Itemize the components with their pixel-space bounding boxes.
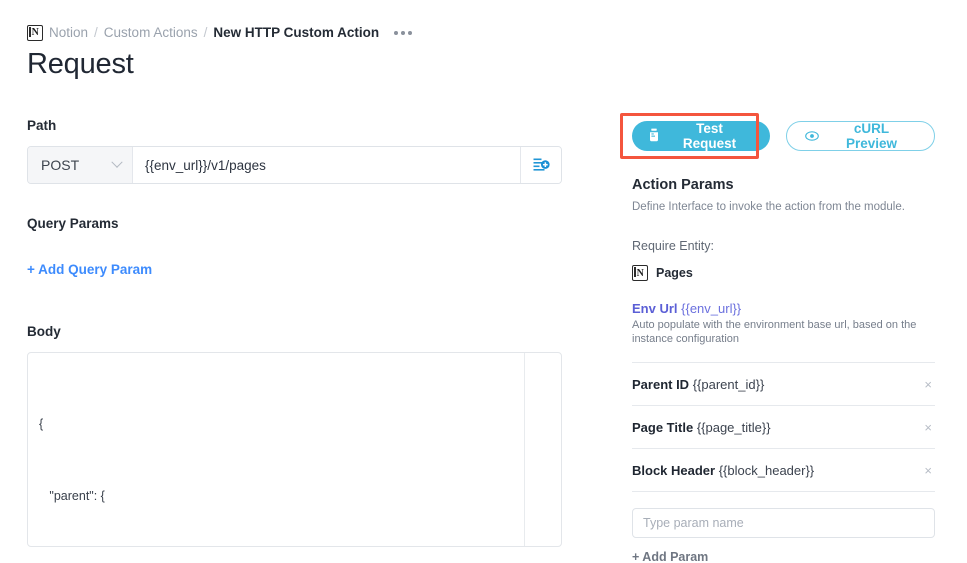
remove-param-icon[interactable]: × bbox=[921, 421, 935, 434]
breadcrumb-separator: / bbox=[94, 25, 98, 40]
breadcrumb-separator: / bbox=[203, 25, 208, 40]
test-request-label: Test Request bbox=[682, 121, 737, 151]
breadcrumb: N Notion / Custom Actions / New HTTP Cus… bbox=[27, 24, 413, 42]
param-label: Page Title bbox=[632, 419, 694, 435]
path-label: Path bbox=[27, 118, 57, 133]
app-root: N Notion / Custom Actions / New HTTP Cus… bbox=[0, 0, 967, 563]
eye-icon bbox=[805, 129, 819, 144]
param-variable: {{parent_id}} bbox=[692, 376, 765, 392]
param-row[interactable]: Block Header {{block_header}} × bbox=[632, 449, 935, 492]
env-url-title[interactable]: Env Url {{env_url}} bbox=[632, 301, 935, 316]
request-form: Path POST Query Params + Add Quer bbox=[27, 118, 562, 547]
param-label: Parent ID bbox=[632, 376, 690, 392]
flask-icon bbox=[648, 128, 660, 145]
param-label: Block Header bbox=[632, 462, 716, 478]
require-entity-value: N Pages bbox=[632, 265, 935, 281]
entity-name: Pages bbox=[656, 266, 693, 280]
param-variable: {{block_header}} bbox=[718, 462, 815, 478]
param-variable: {{page_title}} bbox=[696, 419, 771, 435]
param-list: Parent ID {{parent_id}} × Page Title {{p… bbox=[632, 362, 935, 492]
env-url-description: Auto populate with the environment base … bbox=[632, 319, 917, 345]
curl-preview-label: cURL Preview bbox=[845, 121, 898, 151]
action-buttons-row: Test Request cURL Preview bbox=[620, 113, 935, 159]
env-url-name: Env Url bbox=[632, 301, 678, 316]
action-params-subtitle: Define Interface to invoke the action fr… bbox=[632, 201, 905, 213]
http-method-select[interactable]: POST bbox=[28, 147, 133, 183]
env-url-variable: {{env_url}} bbox=[681, 301, 742, 316]
http-method-value: POST bbox=[41, 157, 80, 173]
path-row: POST bbox=[27, 146, 562, 184]
path-input[interactable] bbox=[133, 147, 520, 183]
action-params-title: Action Params bbox=[632, 177, 734, 193]
breadcrumb-item-current: New HTTP Custom Action bbox=[213, 25, 380, 40]
editor-divider bbox=[524, 353, 525, 546]
body-code-editor[interactable]: { "parent": { "database_id": " Parent ID… bbox=[27, 352, 562, 547]
code-line: { bbox=[39, 417, 44, 431]
curl-preview-button[interactable]: cURL Preview bbox=[786, 121, 935, 151]
remove-param-icon[interactable]: × bbox=[921, 378, 935, 391]
more-options-icon[interactable] bbox=[393, 28, 413, 38]
chevron-down-icon bbox=[111, 156, 123, 168]
param-name: Page Title {{page_title}} bbox=[632, 420, 771, 435]
new-param-name-input[interactable] bbox=[632, 508, 935, 538]
insert-variable-icon[interactable] bbox=[520, 147, 561, 183]
param-name: Parent ID {{parent_id}} bbox=[632, 377, 764, 392]
remove-param-icon[interactable]: × bbox=[921, 464, 935, 477]
code-lines: { "parent": { "database_id": " Parent ID… bbox=[28, 353, 561, 546]
breadcrumb-item-notion[interactable]: Notion bbox=[49, 24, 88, 42]
body-label: Body bbox=[27, 324, 61, 339]
notion-icon: N bbox=[632, 265, 648, 281]
param-row[interactable]: Page Title {{page_title}} × bbox=[632, 406, 935, 449]
require-entity-label: Require Entity: bbox=[632, 239, 714, 253]
page-title: Request bbox=[27, 48, 134, 80]
code-line: "parent": { bbox=[39, 489, 105, 503]
query-params-label: Query Params bbox=[27, 216, 119, 231]
action-params-panel: Test Request cURL Preview Action Params … bbox=[620, 113, 935, 563]
notion-icon: N bbox=[27, 25, 43, 41]
add-query-param-button[interactable]: + Add Query Param bbox=[27, 262, 152, 277]
add-param-button[interactable]: + Add Param bbox=[632, 550, 708, 563]
param-name: Block Header {{block_header}} bbox=[632, 463, 814, 478]
param-row[interactable]: Parent ID {{parent_id}} × bbox=[632, 363, 935, 406]
test-request-button[interactable]: Test Request bbox=[632, 121, 771, 151]
breadcrumb-item-custom-actions[interactable]: Custom Actions bbox=[104, 24, 198, 42]
